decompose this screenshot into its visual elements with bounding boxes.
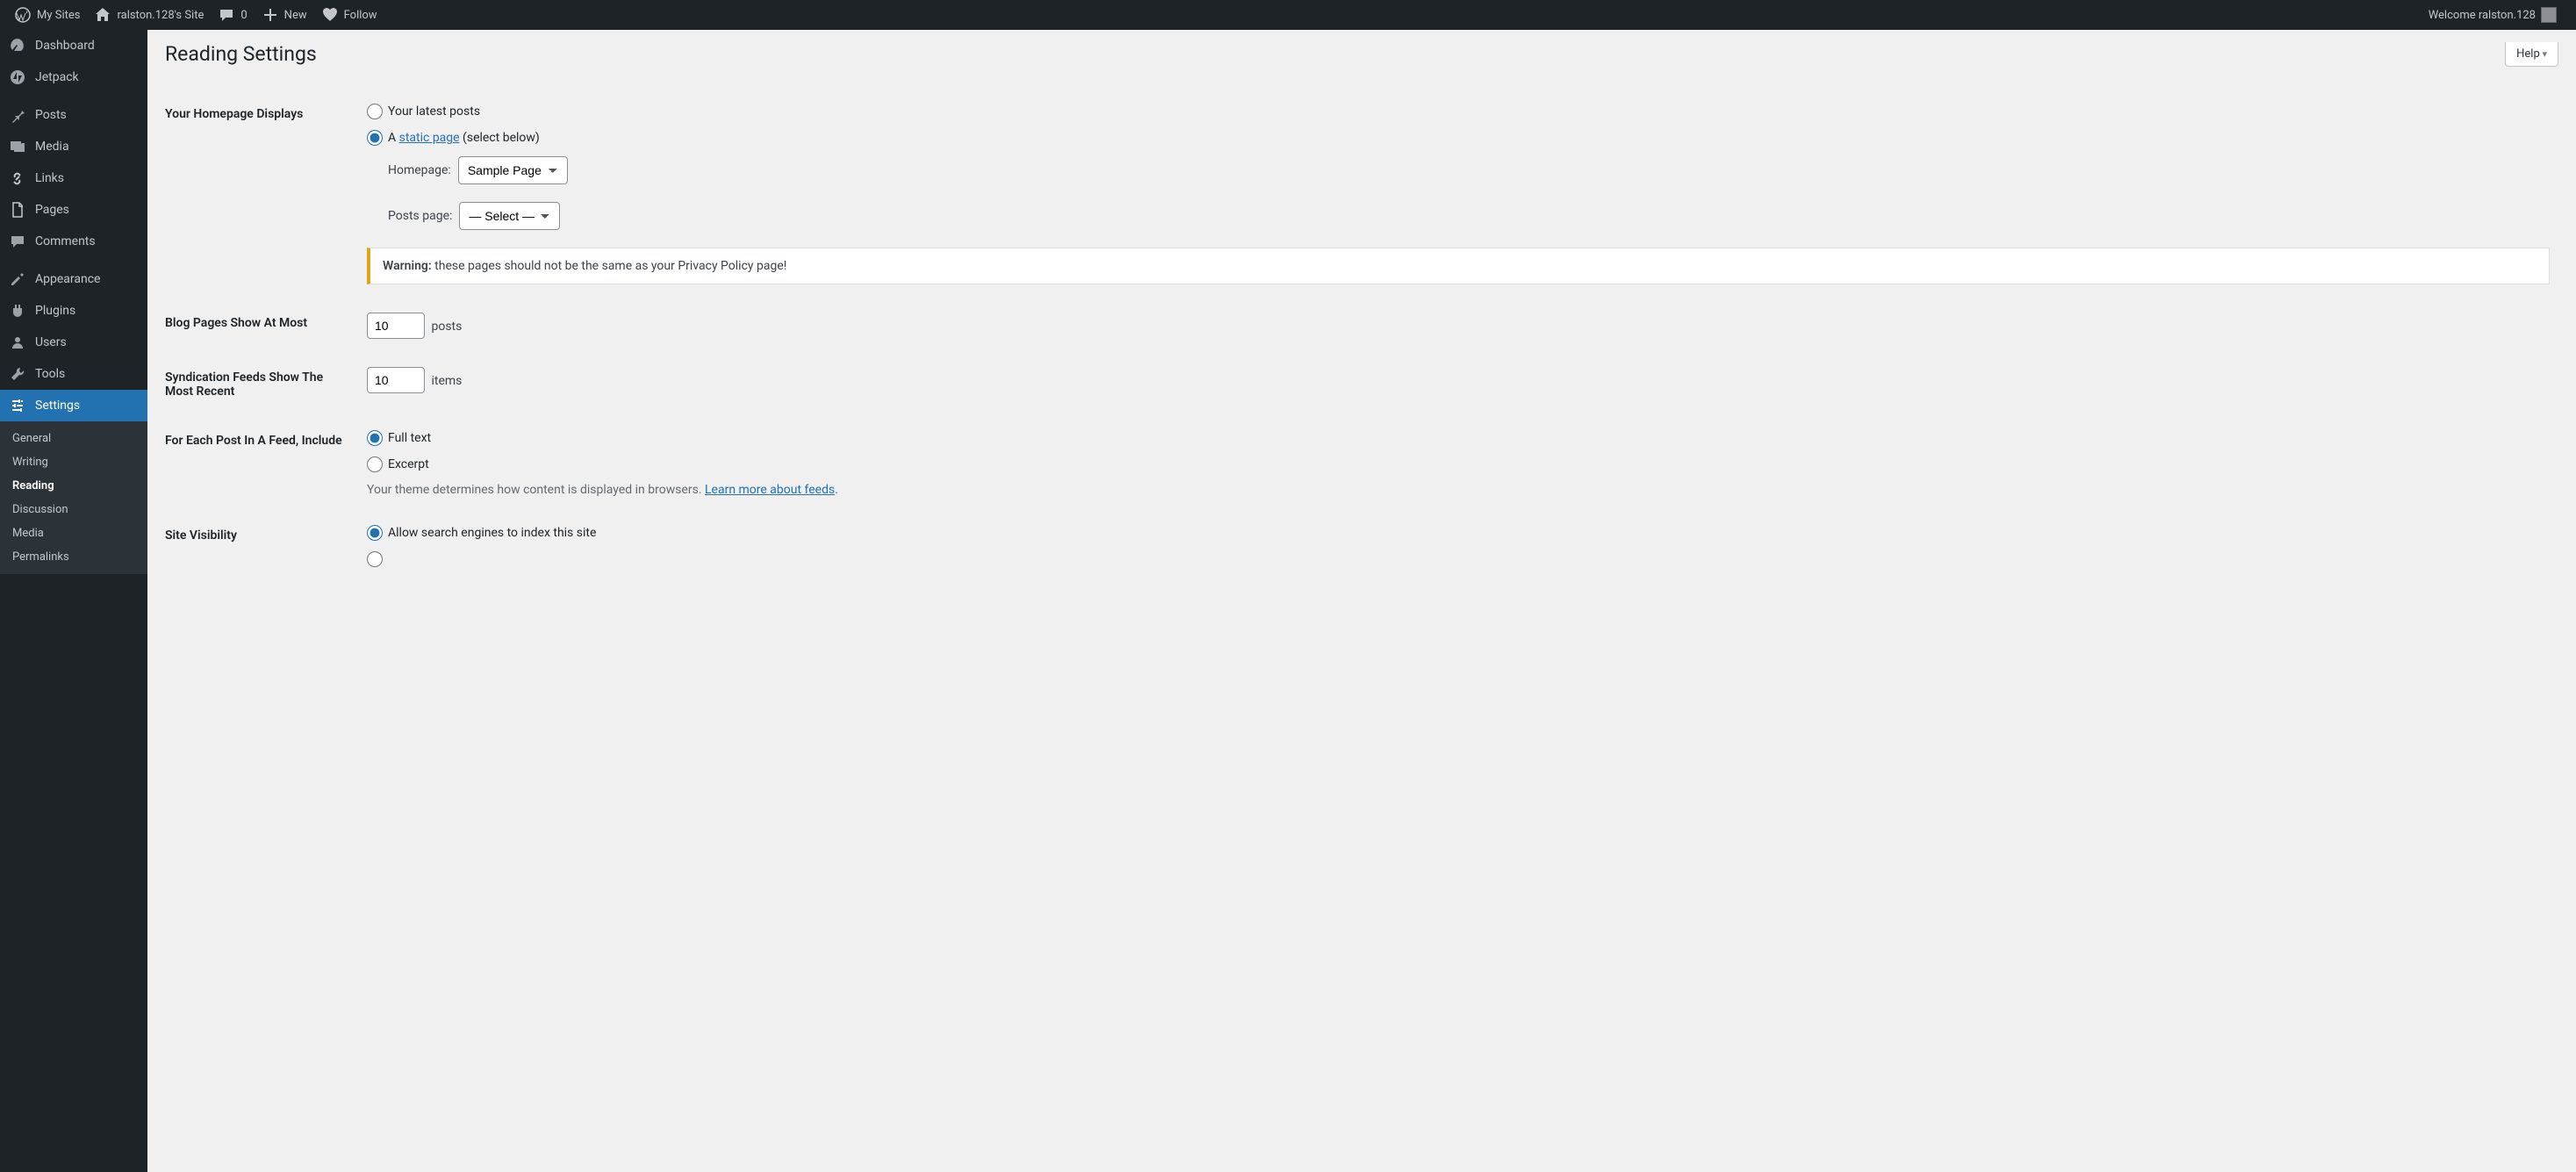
dashboard-icon bbox=[9, 37, 26, 54]
homepage-select[interactable]: Sample Page bbox=[458, 156, 568, 184]
media-icon bbox=[9, 138, 26, 155]
radio-static-page-label: A static page (select below) bbox=[388, 131, 540, 145]
avatar bbox=[2541, 7, 2557, 23]
static-page-link[interactable]: static page bbox=[399, 131, 460, 145]
feeds-label: Syndication Feeds Show The Most Recent bbox=[165, 353, 358, 416]
comments-count: 0 bbox=[240, 9, 247, 22]
learn-more-feeds-link[interactable]: Learn more about feeds bbox=[705, 483, 835, 497]
submenu-permalinks[interactable]: Permalinks bbox=[0, 545, 147, 569]
submenu-discussion[interactable]: Discussion bbox=[0, 498, 147, 521]
submenu-general[interactable]: General bbox=[0, 427, 147, 450]
radio-excerpt[interactable] bbox=[367, 457, 383, 472]
jetpack-icon bbox=[9, 68, 26, 86]
homepage-displays-label: Your Homepage Displays bbox=[165, 90, 358, 298]
radio-static-page[interactable] bbox=[367, 130, 383, 146]
pages-icon bbox=[9, 201, 26, 219]
feeds-suffix: items bbox=[431, 374, 462, 388]
homepage-select-label: Homepage: bbox=[388, 163, 451, 177]
sidebar-item-users[interactable]: Users bbox=[0, 327, 147, 358]
sidebar-item-dashboard[interactable]: Dashboard bbox=[0, 30, 147, 61]
sidebar-item-tools[interactable]: Tools bbox=[0, 358, 147, 390]
my-sites-menu[interactable]: My Sites bbox=[7, 0, 87, 30]
sidebar-item-comments[interactable]: Comments bbox=[0, 226, 147, 257]
sidebar-item-settings[interactable]: Settings bbox=[0, 390, 147, 421]
submenu-reading[interactable]: Reading bbox=[0, 474, 147, 498]
heart-icon bbox=[321, 6, 339, 24]
wordpress-icon bbox=[14, 6, 32, 24]
site-name-label: ralston.128's Site bbox=[117, 9, 204, 22]
feed-include-label: For Each Post In A Feed, Include bbox=[165, 416, 358, 511]
sidebar-item-jetpack[interactable]: Jetpack bbox=[0, 61, 147, 93]
new-label: New bbox=[284, 9, 307, 22]
tools-icon bbox=[9, 365, 26, 383]
sidebar-item-posts[interactable]: Posts bbox=[0, 99, 147, 131]
admin-toolbar: My Sites ralston.128's Site 0 New Follow… bbox=[0, 0, 2576, 30]
submenu-media[interactable]: Media bbox=[0, 521, 147, 545]
feeds-input[interactable] bbox=[367, 367, 425, 393]
welcome-label: Welcome ralston.128 bbox=[2429, 9, 2536, 22]
content-wrap: Reading Settings Help Your Homepage Disp… bbox=[147, 30, 2576, 1172]
plugins-icon bbox=[9, 302, 26, 320]
settings-submenu: General Writing Reading Discussion Media… bbox=[0, 421, 147, 574]
radio-allow-search-label: Allow search engines to index this site bbox=[388, 526, 596, 540]
radio-latest-posts[interactable] bbox=[367, 104, 383, 119]
page-title: Reading Settings bbox=[165, 42, 317, 66]
plus-icon bbox=[262, 6, 279, 24]
comments-menu[interactable]: 0 bbox=[211, 0, 254, 30]
comment-icon bbox=[218, 6, 235, 24]
visibility-label: Site Visibility bbox=[165, 511, 358, 581]
posts-page-select-label: Posts page: bbox=[388, 209, 452, 223]
follow-label: Follow bbox=[344, 9, 377, 22]
posts-page-select[interactable]: — Select — bbox=[459, 202, 560, 230]
radio-excerpt-label: Excerpt bbox=[388, 457, 429, 471]
my-account-menu[interactable]: Welcome ralston.128 bbox=[2422, 0, 2564, 30]
home-icon bbox=[94, 6, 111, 24]
new-content-menu[interactable]: New bbox=[255, 0, 314, 30]
users-icon bbox=[9, 334, 26, 351]
sidebar-item-media[interactable]: Media bbox=[0, 131, 147, 162]
sidebar-item-links[interactable]: Links bbox=[0, 162, 147, 194]
blog-pages-input[interactable] bbox=[367, 313, 425, 339]
warning-notice: Warning: these pages should not be the s… bbox=[367, 248, 2550, 284]
sidebar-item-pages[interactable]: Pages bbox=[0, 194, 147, 226]
help-tab[interactable]: Help bbox=[2505, 42, 2558, 67]
sidebar-item-plugins[interactable]: Plugins bbox=[0, 295, 147, 327]
radio-full-text[interactable] bbox=[367, 430, 383, 446]
blog-pages-suffix: posts bbox=[431, 320, 462, 334]
feed-description: Your theme determines how content is dis… bbox=[367, 483, 2550, 497]
radio-discourage-search[interactable] bbox=[367, 551, 383, 567]
sidebar-item-appearance[interactable]: Appearance bbox=[0, 263, 147, 295]
admin-sidebar: Dashboard Jetpack Posts Media Links Page… bbox=[0, 30, 147, 1172]
radio-full-text-label: Full text bbox=[388, 431, 431, 445]
blog-pages-label: Blog Pages Show At Most bbox=[165, 298, 358, 353]
my-sites-label: My Sites bbox=[37, 9, 80, 22]
pin-icon bbox=[9, 106, 26, 124]
site-name-menu[interactable]: ralston.128's Site bbox=[87, 0, 211, 30]
submenu-writing[interactable]: Writing bbox=[0, 450, 147, 474]
radio-latest-posts-label: Your latest posts bbox=[388, 104, 480, 119]
follow-menu[interactable]: Follow bbox=[314, 0, 384, 30]
comments-icon bbox=[9, 233, 26, 250]
links-icon bbox=[9, 169, 26, 187]
radio-allow-search[interactable] bbox=[367, 525, 383, 541]
appearance-icon bbox=[9, 270, 26, 288]
settings-icon bbox=[9, 397, 26, 414]
